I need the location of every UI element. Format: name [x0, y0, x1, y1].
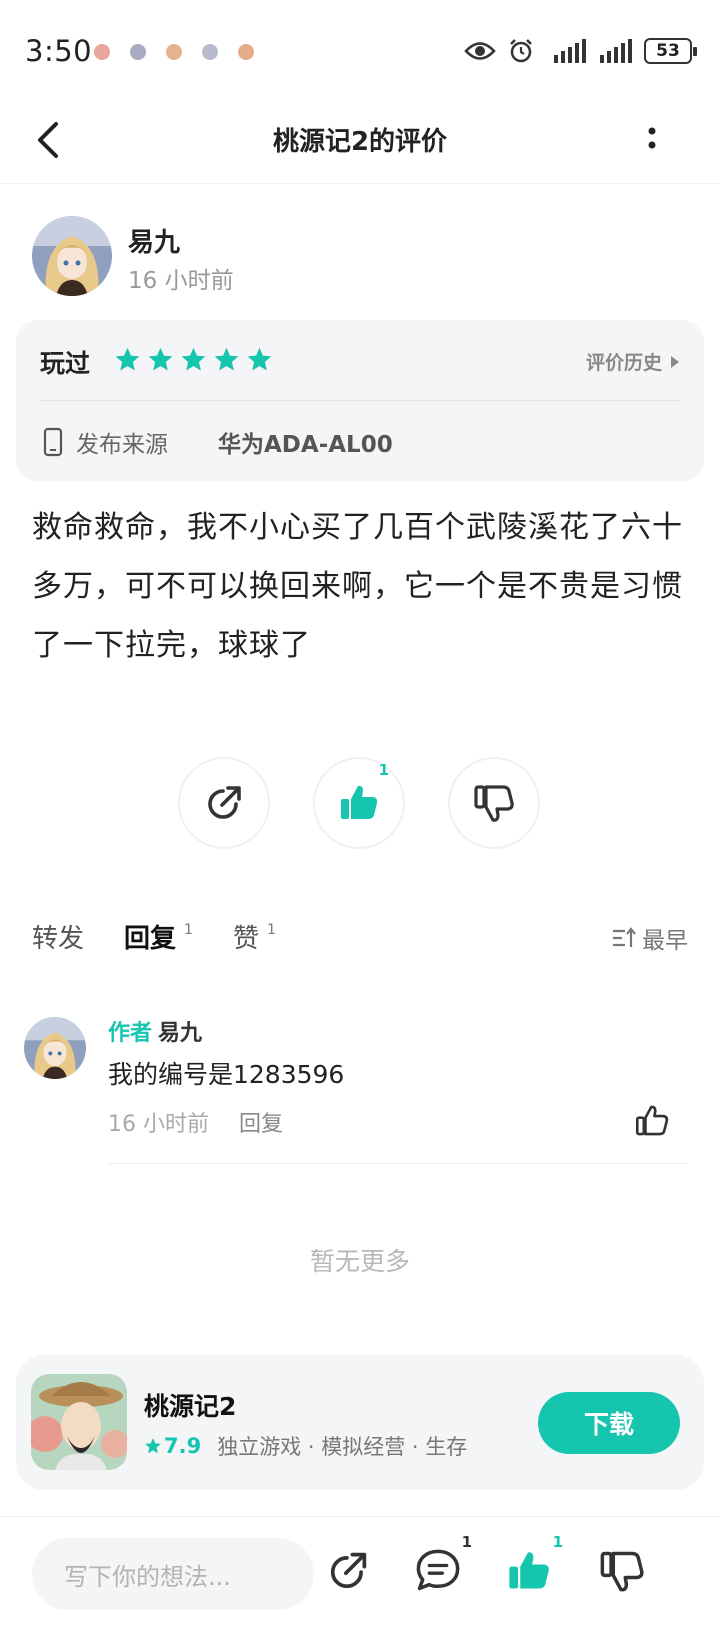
caret-right-icon [671, 355, 679, 368]
notification-icon [94, 44, 110, 60]
like-button[interactable]: 1 [505, 1533, 563, 1595]
game-name: 桃源记2 [144, 1392, 237, 1421]
no-more-label: 暂无更多 [309, 1247, 410, 1276]
avatar[interactable] [24, 1017, 86, 1079]
notification-icon [166, 44, 182, 60]
comment-count: 1 [461, 1533, 472, 1551]
rating-history-link[interactable]: 评价历史 [586, 348, 680, 375]
page-title: 桃源记2的评价 [272, 127, 448, 157]
comment-author-name: 易九 [158, 1021, 203, 1046]
bottom-bar: 写下你的想法... 1 1 [0, 1516, 720, 1633]
game-icon-image [31, 1374, 127, 1470]
rating-history-label: 评价历史 [585, 352, 662, 374]
comment-text: 我的编号是1283596 [108, 1060, 345, 1089]
status-time: 3:50 [25, 34, 93, 68]
tab-label: 转发 [32, 924, 85, 954]
sort-label: 最早 [642, 928, 688, 954]
share-button[interactable] [324, 1547, 372, 1595]
game-card[interactable]: 桃源记2 7.9 独立游戏 · 模拟经营 · 生存 下载 [16, 1355, 704, 1490]
more-vertical-icon [648, 127, 656, 149]
game-rating-value: 7.9 [164, 1434, 202, 1458]
thumbs-down-icon [474, 785, 514, 822]
thumbs-up-icon [509, 1552, 549, 1589]
card-divider [40, 400, 680, 401]
signal-icon [600, 39, 632, 63]
game-meta: 7.9 独立游戏 · 模拟经营 · 生存 [144, 1431, 467, 1461]
notification-icon [238, 44, 254, 60]
comment-reply-button[interactable]: 回复 [239, 1106, 283, 1138]
tab-replies[interactable]: 回复 1 [124, 918, 193, 958]
dislike-button[interactable] [448, 757, 540, 849]
comment-time: 16 小时前 [108, 1112, 209, 1137]
battery-indicator: 53 [644, 38, 697, 64]
comment-divider [108, 1163, 688, 1164]
signal-icon [554, 39, 586, 63]
alarm-icon [510, 39, 532, 63]
star-icon [115, 347, 140, 371]
game-icon [31, 1374, 127, 1470]
avatar-image [32, 216, 112, 296]
tab-likes[interactable]: 赞 1 [233, 918, 276, 955]
like-count: 1 [378, 761, 389, 779]
notification-icon [130, 44, 146, 60]
eye-icon [464, 42, 496, 60]
review-text: 救命救命，我不小心买了几百个武陵溪花了六十多万，可不可以换回来啊，它一个是不贵是… [32, 510, 683, 663]
like-button[interactable]: 1 [313, 757, 405, 849]
star-icon [181, 347, 206, 371]
star-icon [214, 347, 239, 371]
more-button[interactable] [642, 122, 662, 162]
share-button[interactable] [178, 757, 270, 849]
review-time: 16 小时前 [128, 268, 234, 294]
dislike-button[interactable] [598, 1547, 646, 1595]
tab-label: 回复 [124, 918, 176, 958]
download-button[interactable]: 下载 [538, 1392, 680, 1454]
phone-icon [43, 427, 63, 457]
played-label: 玩过 [40, 349, 91, 378]
tab-count: 1 [184, 922, 193, 938]
tab-count: 1 [267, 922, 276, 938]
reply-tabs: 转发 回复 1 赞 1 最早 [32, 918, 688, 968]
review-actions: 1 [178, 757, 540, 849]
share-icon [330, 1552, 367, 1589]
share-icon [208, 786, 241, 819]
tab-label: 赞 [233, 924, 260, 954]
comment-icon [416, 1549, 460, 1591]
source-row: 发布来源 华为ADA-AL00 [40, 425, 393, 459]
sort-icon [613, 927, 636, 947]
tab-repost[interactable]: 转发 [32, 918, 84, 955]
comment-input[interactable]: 写下你的想法... [32, 1538, 314, 1610]
thumbs-up-icon [635, 1105, 669, 1136]
source-label: 发布来源 [76, 432, 168, 458]
thumbs-down-icon [600, 1551, 644, 1592]
header: 桃源记2的评价 [0, 104, 720, 184]
status-right: 53 [464, 38, 697, 64]
source-device: 华为ADA-AL00 [218, 432, 393, 458]
game-rating: 7.9 [144, 1434, 201, 1458]
sort-button[interactable]: 最早 [612, 921, 688, 955]
notification-icons [94, 44, 254, 60]
rating-card: 玩过 评价历史 发布来源 华为ADA-AL00 [16, 320, 704, 481]
comment-button[interactable]: 1 [414, 1533, 472, 1595]
game-tags: 独立游戏 · 模拟经营 · 生存 [217, 1435, 468, 1459]
like-count: 1 [552, 1533, 563, 1551]
star-icon [247, 347, 272, 371]
thumbs-up-icon [341, 785, 378, 819]
author-name[interactable]: 易九 [128, 222, 180, 259]
notification-icon [202, 44, 218, 60]
status-bar: 3:50 53 [0, 0, 720, 104]
author-tag: 作者 [108, 1021, 153, 1046]
star-rating [114, 346, 273, 373]
star-icon [148, 347, 173, 371]
avatar[interactable] [32, 216, 112, 296]
star-icon [145, 1438, 161, 1454]
avatar-image [24, 1017, 86, 1079]
comment-author[interactable]: 作者 易九 [108, 1015, 202, 1047]
comment-like-button[interactable] [634, 1103, 670, 1139]
